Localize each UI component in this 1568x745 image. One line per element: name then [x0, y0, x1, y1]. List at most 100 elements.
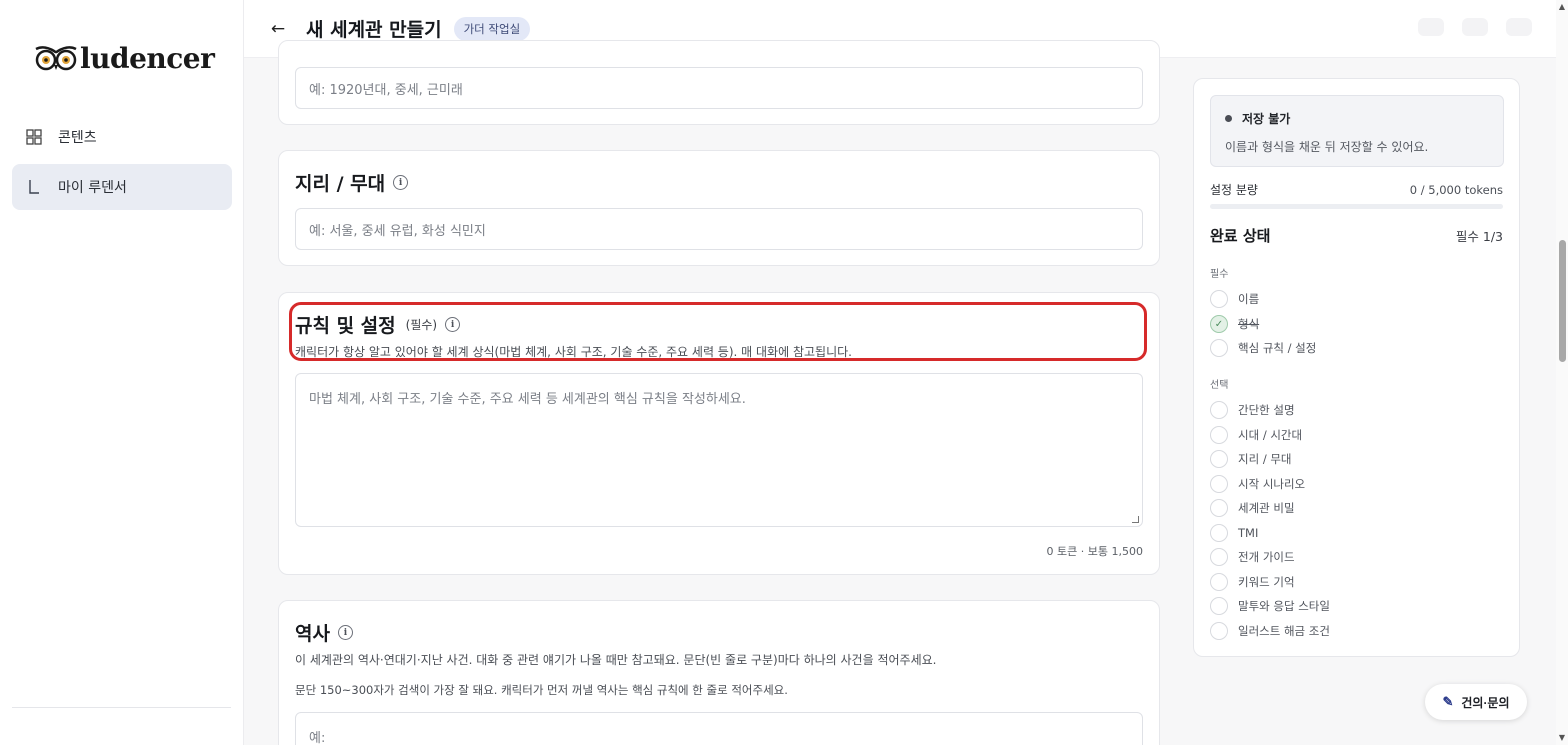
status-count: 필수 1/3	[1455, 229, 1503, 244]
checklist-label: 시대 / 시간대	[1238, 428, 1303, 442]
checklist-item-optional[interactable]: TMI	[1210, 523, 1258, 543]
page-title: 새 세계관 만들기	[306, 19, 442, 41]
rules-placeholder: 마법 체계, 사회 구조, 기술 수준, 주요 세력 등 세계관의 핵심 규칙을…	[309, 392, 746, 407]
checklist-label: 세계관 비밀	[1238, 501, 1295, 515]
era-input[interactable]: 예: 1920년대, 중세, 근미래	[295, 67, 1143, 109]
history-textarea[interactable]: 예:	[295, 712, 1143, 745]
geography-title: 지리 / 무대 i	[295, 169, 409, 196]
status-dot-icon	[1225, 115, 1232, 122]
circle-icon	[1210, 499, 1228, 517]
checklist-label: 핵심 규칙 / 설정	[1238, 341, 1317, 355]
header-actions	[1418, 18, 1532, 36]
sidebar-item-contents[interactable]: 콘텐츠	[12, 114, 232, 160]
save-status-desc: 이름과 형식을 채운 뒤 저장할 수 있어요.	[1225, 140, 1429, 154]
owl-logo-icon	[35, 46, 77, 71]
amount-label: 설정 분량	[1210, 183, 1258, 197]
feedback-button[interactable]: ✎ 건의·문의	[1425, 684, 1527, 720]
checklist-label: 형식	[1238, 317, 1260, 331]
header-placeholder	[1462, 18, 1488, 36]
workspace-badge: 가더 작업실	[453, 16, 531, 41]
era-placeholder: 예: 1920년대, 중세, 근미래	[309, 82, 463, 98]
checklist-label: 말투와 응답 스타일	[1238, 599, 1330, 613]
geography-input[interactable]: 예: 서울, 중세 유럽, 화성 식민지	[295, 208, 1143, 250]
checklist-item-format[interactable]: ✓ 형식	[1210, 314, 1259, 334]
status-title: 완료 상태	[1210, 227, 1271, 245]
history-title: 역사 i	[295, 619, 353, 646]
history-title-text: 역사	[295, 623, 330, 645]
circle-icon	[1210, 339, 1228, 357]
arrow-left-icon[interactable]: ←	[270, 19, 286, 39]
save-status-title: 저장 불가	[1225, 110, 1290, 127]
circle-icon	[1210, 290, 1228, 308]
rules-textarea[interactable]: 마법 체계, 사회 구조, 기술 수준, 주요 세력 등 세계관의 핵심 규칙을…	[295, 373, 1143, 527]
history-hint: 문단 150~300자가 검색이 가장 잘 돼요. 캐릭터가 먼저 꺼낼 역사는…	[295, 683, 788, 697]
checklist-item-optional[interactable]: 세계관 비밀	[1210, 498, 1295, 518]
optional-group-label: 선택	[1210, 380, 1229, 391]
status-row: 완료 상태 필수 1/3	[1210, 225, 1503, 246]
feedback-label: 건의·문의	[1461, 695, 1510, 710]
required-group-label: 필수	[1210, 269, 1229, 280]
sidebar-divider	[12, 707, 231, 708]
checklist-item-optional[interactable]: 시대 / 시간대	[1210, 425, 1302, 445]
scroll-thumb[interactable]	[1559, 240, 1566, 362]
pencil-icon: ✎	[1442, 694, 1454, 709]
circle-icon	[1210, 450, 1228, 468]
circle-icon	[1210, 524, 1228, 542]
checklist-item-optional[interactable]: 일러스트 해금 조건	[1210, 621, 1330, 641]
corner-icon	[26, 179, 42, 195]
sidebar-item-my-ludencer[interactable]: 마이 루덴서	[12, 164, 232, 210]
circle-icon	[1210, 426, 1228, 444]
sidebar: ludencer 콘텐츠 마이 루덴서	[0, 0, 244, 745]
circle-icon	[1210, 597, 1228, 615]
sidebar-item-label: 마이 루덴서	[58, 180, 127, 196]
header-placeholder	[1418, 18, 1444, 36]
checklist-label: 전개 가이드	[1238, 550, 1295, 564]
save-status-box: 저장 불가 이름과 형식을 채운 뒤 저장할 수 있어요.	[1210, 95, 1504, 167]
checklist-label: 키워드 기억	[1238, 575, 1295, 589]
checklist-item-optional[interactable]: 간단한 설명	[1210, 400, 1295, 420]
scroll-down-icon[interactable]: ▼	[1558, 734, 1566, 742]
checklist-item-optional[interactable]: 시작 시나리오	[1210, 474, 1305, 494]
geography-title-text: 지리 / 무대	[295, 173, 386, 195]
circle-icon	[1210, 401, 1228, 419]
checklist-label: 일러스트 해금 조건	[1238, 624, 1330, 638]
amount-value: 0 / 5,000 tokens	[1409, 182, 1503, 197]
status-panel: 저장 불가 이름과 형식을 채운 뒤 저장할 수 있어요. 설정 분량 0 / …	[1193, 78, 1520, 657]
checklist-label: 간단한 설명	[1238, 403, 1295, 417]
grid-icon	[26, 129, 42, 145]
checklist-item-name[interactable]: 이름	[1210, 289, 1259, 309]
history-description: 이 세계관의 역사·연대기·지난 사건. 대화 중 관련 얘기가 나올 때만 참…	[295, 653, 937, 667]
amount-progress	[1210, 204, 1503, 209]
checklist-item-core-rules[interactable]: 핵심 규칙 / 설정	[1210, 338, 1316, 358]
history-placeholder: 예:	[309, 731, 326, 745]
resize-handle-icon[interactable]	[1132, 516, 1139, 523]
scroll-up-icon[interactable]: ▲	[1558, 3, 1566, 11]
highlight-box	[289, 302, 1147, 361]
info-icon[interactable]: i	[393, 175, 409, 190]
save-title-text: 저장 불가	[1242, 112, 1291, 126]
token-count: 0 토큰 · 보통 1,500	[1046, 545, 1143, 558]
logo[interactable]: ludencer	[34, 40, 215, 76]
checklist-item-optional[interactable]: 지리 / 무대	[1210, 449, 1292, 469]
circle-icon	[1210, 475, 1228, 493]
geography-card: 지리 / 무대 i 예: 서울, 중세 유럽, 화성 식민지	[278, 150, 1160, 266]
checklist-item-optional[interactable]: 키워드 기억	[1210, 572, 1295, 592]
checklist-label: 이름	[1238, 292, 1260, 306]
check-icon: ✓	[1210, 315, 1228, 333]
circle-icon	[1210, 573, 1228, 591]
checklist-label: 시작 시나리오	[1238, 477, 1306, 491]
circle-icon	[1210, 622, 1228, 640]
info-icon[interactable]: i	[337, 625, 353, 640]
checklist-item-optional[interactable]: 전개 가이드	[1210, 547, 1295, 567]
header-placeholder	[1506, 18, 1532, 36]
logo-text: ludencer	[80, 41, 215, 75]
era-card: 예: 1920년대, 중세, 근미래	[278, 40, 1160, 125]
amount-row: 설정 분량 0 / 5,000 tokens	[1210, 181, 1503, 198]
sidebar-item-label: 콘텐츠	[58, 130, 97, 146]
checklist-label: TMI	[1238, 526, 1259, 540]
checklist-label: 지리 / 무대	[1238, 452, 1292, 466]
checklist-item-optional[interactable]: 말투와 응답 스타일	[1210, 596, 1330, 616]
page-scrollbar[interactable]: ▲ ▼	[1556, 0, 1568, 745]
geography-placeholder: 예: 서울, 중세 유럽, 화성 식민지	[309, 223, 486, 239]
circle-icon	[1210, 548, 1228, 566]
